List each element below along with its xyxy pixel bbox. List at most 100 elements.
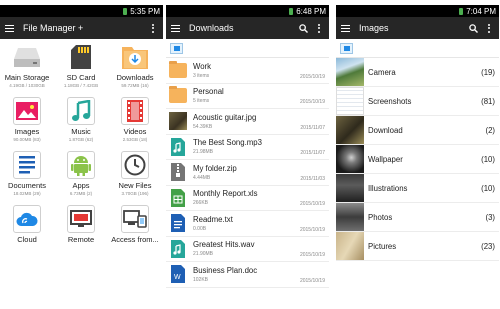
cloud-icon [13,205,41,233]
album-count: (81) [481,96,495,106]
status-bar: 6:48 PM [166,5,329,17]
grid-item-cloud[interactable]: Cloud [0,203,54,257]
battery-icon [289,7,294,15]
list-item[interactable]: Greatest Hits.wav 21.90MB 2015/10/19 [166,237,329,262]
grid-item-access-from[interactable]: Access from... [108,203,162,257]
sd-card-icon [67,43,95,71]
home-icon[interactable] [170,42,183,54]
zip-file-icon [169,163,187,182]
audio-file-icon [169,239,187,258]
album-count: (2) [485,125,495,135]
grid-item-music[interactable]: Music 1.87GB (62) [54,95,108,149]
image-thumbnail [169,112,187,131]
album-count: (3) [485,212,495,222]
grid-item-size: 1.87GB (62) [68,137,94,142]
grid-item-downloads[interactable]: Downloads 59.72MB (16) [108,41,162,95]
album-name: Download [368,125,403,135]
overflow-icon [152,23,154,33]
grid-item-remote[interactable]: Remote [54,203,108,257]
list-item[interactable]: Personal 5 items 2015/10/19 [166,84,329,109]
file-name: Work [193,61,212,71]
file-date: 2015/11/03 [300,175,325,182]
status-time: 5:35 PM [130,6,160,16]
remote-icon [67,205,95,233]
search-icon [468,23,478,33]
file-name: Greatest Hits.wav [193,240,255,250]
list-item[interactable]: Acoustic guitar.jpg 54.39KB 2015/11/07 [166,109,329,135]
album-row[interactable]: Camera (19) [336,58,499,87]
menu-icon[interactable] [341,24,350,32]
grid-item-size: 1.18GB / 7.42GB [63,83,99,88]
list-item[interactable]: My folder.zip 4.44MB 2015/11/03 [166,160,329,186]
album-row[interactable]: Pictures (23) [336,232,499,261]
file-date: 2015/10/19 [299,99,325,105]
album-row[interactable]: Photos (3) [336,203,499,232]
overflow-menu-button[interactable] [314,22,324,34]
grid-item-documents[interactable]: Documents 18.02MB (29) [0,149,54,203]
breadcrumb [166,39,329,58]
list-item[interactable]: The Best Song.mp3 21.98MB 2015/11/07 [166,135,329,160]
screen-title: Images [359,23,389,33]
album-count: (10) [481,183,495,193]
music-note-icon [67,97,95,125]
list-item[interactable]: Readme.txt 0.00B 2015/10/19 [166,211,329,237]
status-time: 6:48 PM [296,6,326,16]
download-thumb [336,116,364,144]
search-button[interactable] [298,22,308,34]
status-bar: 5:35 PM [0,5,163,17]
grid-item-label: Downloads [116,73,154,82]
grid-item-images[interactable]: Images 90.00MB (83) [0,95,54,149]
file-name: My folder.zip [193,163,237,173]
album-name: Photos [368,212,393,222]
grid-item-size: 4.19GB / 1030GB [9,83,45,88]
grid-item-label: Remote [67,235,95,244]
file-date: 2015/11/07 [300,150,325,156]
screenshots-thumb [336,87,364,115]
grid-item-sd-card[interactable]: SD Card 1.18GB / 7.42GB [54,41,108,95]
grid-item-videos[interactable]: Videos 2.53GB (18) [108,95,162,149]
album-row[interactable]: Screenshots (81) [336,87,499,116]
album-row[interactable]: Illustrations (10) [336,174,499,203]
album-row[interactable]: Download (2) [336,116,499,145]
downloads-screen: 6:48 PM Downloads Work 3 items 2015/10/19… [166,5,329,297]
overflow-icon [318,23,320,33]
album-name: Pictures [368,241,397,251]
image-icon [13,97,41,125]
list-item[interactable]: Work 3 items 2015/10/19 [166,58,329,84]
file-name: Business Plan.doc [193,265,258,275]
menu-icon[interactable] [171,24,180,32]
grid-item-label: Apps [72,181,90,190]
list-item[interactable]: W Business Plan.doc 102KB 2015/10/19 [166,262,329,288]
document-icon [13,151,41,179]
grid-item-main-storage[interactable]: Main Storage 4.19GB / 1030GB [0,41,54,95]
list-item[interactable]: Monthly Report.xls 266KB 2015/10/19 [166,186,329,211]
file-name: Personal [193,87,224,97]
grid-item-size: 2.53GB (18) [122,137,148,142]
images-screen: 7:04 PM Images Camera (19) Screenshots (… [336,5,499,297]
overflow-menu-button[interactable] [148,22,158,34]
photos-thumb [336,203,364,231]
grid-item-apps[interactable]: Apps 6.73MB (2) [54,149,108,203]
grid-item-label: SD Card [66,73,96,82]
search-button[interactable] [468,22,478,34]
downloads-folder-icon [121,43,149,71]
file-date: 2015/10/19 [299,277,325,284]
file-name: Readme.txt [193,214,233,224]
home-icon[interactable] [340,42,353,54]
overflow-menu-button[interactable] [484,22,494,34]
file-date: 2015/10/19 [299,252,325,258]
grid-item-size: 6.73MB (2) [69,191,93,196]
menu-icon[interactable] [5,24,14,32]
status-time: 7:04 PM [466,6,496,16]
album-count: (19) [481,67,495,77]
grid-item-new-files[interactable]: New Files 3.70GB (196) [108,149,162,203]
album-row[interactable]: Wallpaper (10) [336,145,499,174]
computer-phone-icon [121,205,149,233]
action-bar: Downloads [166,17,329,39]
album-count: (10) [481,154,495,164]
folder-icon [169,60,187,79]
action-bar: File Manager + [0,17,163,39]
file-date: 2015/10/19 [299,226,325,233]
album-count: (23) [481,241,495,251]
doc-file-icon: W [169,265,187,284]
